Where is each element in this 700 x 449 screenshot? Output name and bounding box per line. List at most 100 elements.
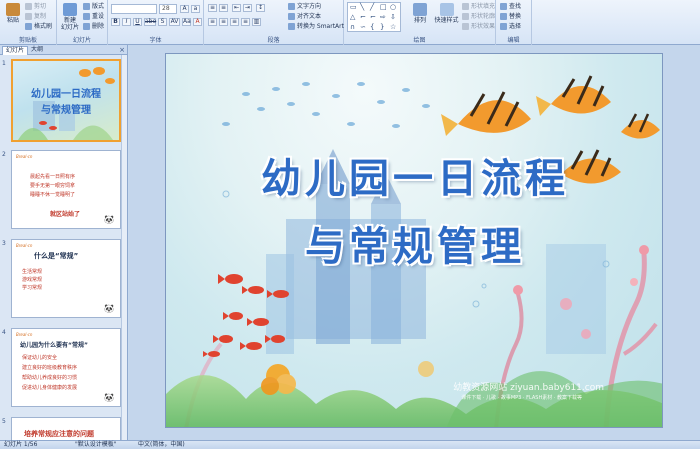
align-right-button[interactable]: ≡: [230, 18, 239, 26]
thumbnail-bullet: 建立良好的班级教育秩序: [22, 365, 78, 371]
pane-close-icon[interactable]: ×: [119, 46, 125, 54]
shape-effects-button[interactable]: 形状效果: [462, 22, 495, 31]
brace-shape-icon: }: [380, 23, 385, 31]
triangle-shape-icon: △: [350, 13, 356, 21]
cut-button[interactable]: 剪切: [25, 2, 46, 11]
thumbnail-text-line: 要手无第一眼穷饲拿: [30, 183, 76, 189]
shape-outline-button[interactable]: 形状轮廓: [462, 12, 495, 21]
thumbnail-bullet: 保证幼儿的安全: [22, 355, 58, 361]
watermark-subtext: 课件下载 · 儿歌 · 故事MP3 · FLASH素材 · 教案下载等: [461, 395, 582, 401]
smartart-button[interactable]: 转换为 SmartArt: [288, 22, 344, 31]
italic-button[interactable]: I: [122, 18, 131, 26]
shrink-font-button[interactable]: a: [191, 5, 200, 13]
thumbnail-number: 4: [2, 329, 6, 336]
slide-indicator: 幻灯片 1/56: [4, 441, 38, 448]
paste-button[interactable]: 粘贴: [2, 3, 24, 33]
slides-group-label: 幻灯片: [72, 37, 91, 44]
numbering-button[interactable]: ≡: [219, 4, 228, 12]
font-name-combo[interactable]: [111, 4, 157, 14]
panda-sticker-icon: 🐼: [104, 304, 114, 313]
arrange-icon: [413, 3, 427, 16]
copy-button[interactable]: 复制: [25, 12, 46, 21]
align-left-button[interactable]: ≡: [208, 18, 217, 26]
underline-button[interactable]: U: [133, 18, 142, 26]
curve-shape-icon: ∩: [350, 23, 356, 31]
drawing-group-label: 绘图: [413, 37, 426, 44]
thumbnail-tag: Breal·cn: [16, 154, 33, 159]
status-bar: 幻灯片 1/56 "默认设计模板" 中文(简体，中国): [0, 440, 700, 449]
thumbnail-title: 与常规管理: [41, 105, 91, 116]
thumbnail-number: 5: [2, 418, 6, 425]
align-center-button[interactable]: ≡: [219, 18, 228, 26]
quick-styles-button[interactable]: 快速样式: [433, 3, 460, 33]
new-slide-icon: [63, 3, 77, 16]
spacing-button[interactable]: AV: [169, 18, 180, 26]
text-direction-button[interactable]: 文字方向: [288, 2, 321, 11]
pane-tabs: 幻灯片 大纲 ×: [0, 45, 127, 55]
line-shape-icon: ╲: [360, 3, 365, 11]
align-text-button[interactable]: 对齐文本: [288, 12, 321, 21]
select-button[interactable]: 选择: [500, 22, 521, 31]
tab-slides[interactable]: 幻灯片: [2, 46, 29, 55]
slide-thumbnail-2[interactable]: Breal·cn 晨起先看一日照有序 要手无第一眼穷饲拿 睡睡不休一觉睡明了 就…: [11, 150, 121, 229]
font-size-combo[interactable]: 28: [159, 4, 177, 14]
thumbnail-text-line: 晨起先看一日照有序: [30, 174, 76, 180]
slide-thumbnail-4[interactable]: Breal·cn 幼儿园为什么要有“常规” 保证幼儿的安全 建立良好的班级教育秩…: [11, 328, 121, 407]
slide-thumbnail-5[interactable]: 培养常规应注意的问题: [11, 417, 121, 440]
curve-shape-icon: ∽: [360, 23, 366, 31]
arrange-button[interactable]: 排列: [408, 3, 432, 33]
oval-shape-icon: ○: [390, 3, 397, 11]
thumbnail-bullet: 帮助幼儿养成良好的习惯: [22, 375, 78, 381]
columns-button[interactable]: ▥: [252, 18, 261, 26]
font-color-button[interactable]: A: [193, 18, 202, 26]
thumbnail-bullet: 生活常规: [22, 269, 43, 275]
thumbnail-scrollbar[interactable]: [121, 55, 127, 440]
slide-title-line-2[interactable]: 与常规管理: [166, 214, 662, 272]
panda-sticker-icon: 🐼: [104, 393, 114, 402]
change-case-button[interactable]: Aa: [182, 18, 191, 26]
bracket-shape-icon: ⌐: [370, 13, 376, 21]
increase-indent-button[interactable]: ⇥: [243, 4, 252, 12]
layout-button[interactable]: 版式: [83, 2, 104, 11]
ribbon: 粘贴 剪切 复制 格式刷 剪贴板 新建 幻灯片 版式 重设 删除 幻灯片 28 …: [0, 0, 700, 45]
slides-group: 新建 幻灯片 版式 重设 删除 幻灯片: [57, 0, 108, 45]
thumbnail-number: 1: [2, 60, 6, 67]
slide-editor: 幼儿园一日流程 与常规管理 幼教资源网站 ziyuan.baby611.com …: [129, 45, 700, 440]
clipboard-group: 粘贴 剪切 复制 格式刷 剪贴板: [0, 0, 57, 45]
slide-title-line-1[interactable]: 幼儿园一日流程: [166, 146, 662, 204]
current-slide[interactable]: 幼儿园一日流程 与常规管理 幼教资源网站 ziyuan.baby611.com …: [165, 53, 663, 428]
thumbnail-title: 什么是“常规”: [34, 252, 79, 260]
justify-button[interactable]: ≡: [241, 18, 250, 26]
find-button[interactable]: 查找: [500, 2, 521, 11]
bullets-button[interactable]: ≡: [208, 4, 217, 12]
slide-thumbnail-1[interactable]: 幼儿园一日流程 与常规管理: [11, 59, 121, 142]
thumbnail-tag: Breal·cn: [16, 332, 33, 337]
tab-outline[interactable]: 大纲: [28, 46, 46, 55]
slide-thumbnail-pane: 幻灯片 大纲 × 1 幼儿园一日流程 与常规管理 2 Breal·cn 晨起先看…: [0, 45, 128, 440]
thumbnail-number: 2: [2, 151, 6, 158]
paragraph-group-label: 段落: [267, 37, 280, 44]
line-shape-icon: ╱: [370, 3, 375, 11]
brace-shape-icon: {: [370, 23, 375, 31]
format-painter-button[interactable]: 格式刷: [25, 22, 52, 31]
thumbnail-title: 幼儿园一日流程: [31, 89, 101, 100]
line-spacing-button[interactable]: ↕: [256, 4, 265, 12]
language-indicator: 中文(简体，中国): [138, 441, 185, 448]
arrow-shape-icon: ⇨: [380, 13, 386, 21]
new-slide-button[interactable]: 新建 幻灯片: [59, 3, 81, 33]
slide-thumbnail-3[interactable]: Breal·cn 什么是“常规” 生活常规 游戏常规 学习常规 🐼: [11, 239, 121, 318]
thumbnail-number: 3: [2, 240, 6, 247]
strikethrough-button[interactable]: abe: [144, 18, 156, 26]
shadow-button[interactable]: S: [158, 18, 167, 26]
replace-button[interactable]: 替换: [500, 12, 521, 21]
decrease-indent-button[interactable]: ⇤: [232, 4, 241, 12]
shapes-gallery[interactable]: ▭ ╲ ╱ □ ○ △ ⌐ ⌐ ⇨ ⇩ ∩ ∽ { } ☆: [347, 2, 401, 32]
grow-font-button[interactable]: A: [180, 5, 189, 13]
bold-button[interactable]: B: [111, 18, 120, 26]
clipboard-icon: [6, 3, 20, 16]
shape-fill-button[interactable]: 形状填充: [462, 2, 495, 11]
reset-button[interactable]: 重设: [83, 12, 104, 21]
thumbnail-text-line: 睡睡不休一觉睡明了: [30, 192, 76, 198]
delete-button[interactable]: 删除: [83, 22, 104, 31]
thumbnail-title: 培养常规应注意的问题: [24, 430, 94, 438]
